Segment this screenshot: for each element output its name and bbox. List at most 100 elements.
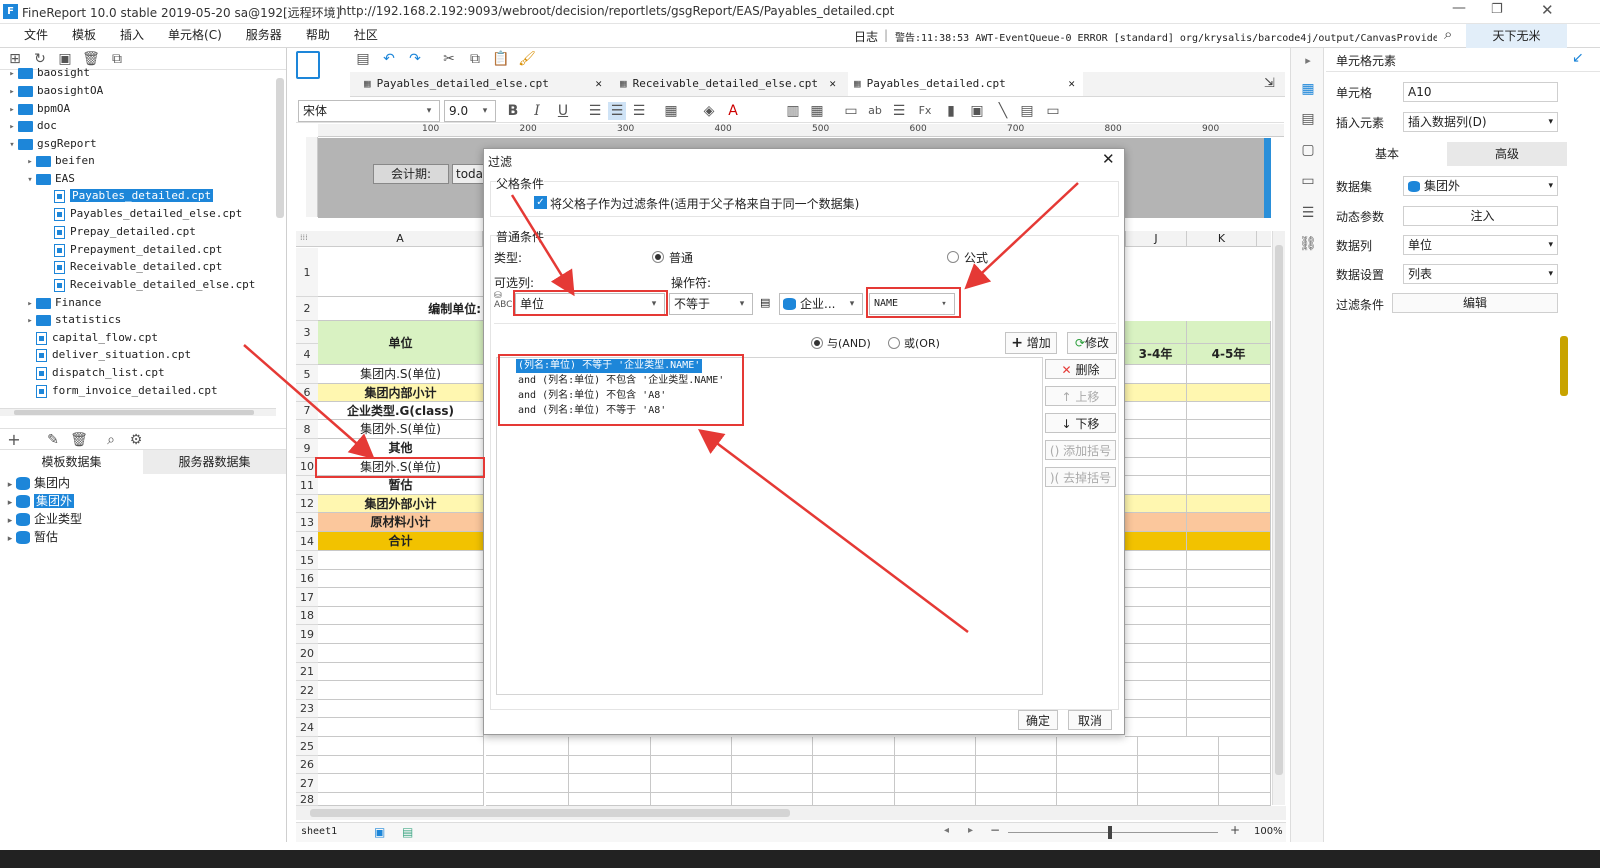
empty-cell[interactable] <box>318 644 484 663</box>
empty-cell[interactable] <box>318 774 484 793</box>
cell-j[interactable] <box>1125 420 1187 439</box>
empty-cell[interactable] <box>1125 570 1187 588</box>
row-header[interactable]: 27 <box>296 774 318 793</box>
type-normal-radio[interactable] <box>652 251 664 263</box>
cell-j[interactable] <box>1125 384 1187 402</box>
empty-cell[interactable] <box>976 793 1057 806</box>
slash-icon[interactable]: ╲ <box>994 102 1012 120</box>
copy-icon[interactable]: ⧉ <box>108 50 126 68</box>
empty-cell[interactable] <box>318 588 484 607</box>
empty-cell[interactable] <box>732 774 813 793</box>
row-header[interactable]: 17 <box>296 588 318 607</box>
row-header[interactable]: 8 <box>296 420 318 439</box>
empty-cell[interactable] <box>486 774 569 793</box>
expand-icon[interactable]: ▾ <box>6 137 18 154</box>
tree-file[interactable]: dispatch_list.cpt <box>24 364 165 381</box>
row-header[interactable]: 15 <box>296 551 318 570</box>
cell-a1[interactable] <box>318 248 484 297</box>
cell-a2[interactable]: 编制单位: <box>318 297 484 321</box>
tree-folder[interactable]: ▸ bpmOA <box>6 100 70 117</box>
cell-a3-unit[interactable]: 单位 <box>318 321 484 365</box>
type-formula-radio[interactable] <box>947 251 959 263</box>
tree-file[interactable]: capital_flow.cpt <box>24 329 158 346</box>
richtext-icon[interactable]: ☰ <box>890 102 908 120</box>
data-setting-select[interactable]: 列表 ▾ <box>1403 264 1558 284</box>
empty-cell[interactable] <box>895 737 976 756</box>
empty-cell[interactable] <box>1219 737 1271 756</box>
empty-cell[interactable] <box>1219 774 1271 793</box>
cell-a6[interactable]: 集团内部小计 <box>318 384 484 402</box>
insert-select[interactable]: 插入数据列(D) ▾ <box>1403 112 1558 132</box>
row-header[interactable]: 20 <box>296 644 318 663</box>
more-icon[interactable]: ▭ <box>1044 102 1062 120</box>
empty-cell[interactable] <box>1187 588 1271 607</box>
operator-select[interactable]: 不等于 ▾ <box>669 293 753 315</box>
row-header[interactable]: 6 <box>296 384 318 402</box>
cell-a5[interactable]: 集团内.S(单位) <box>318 365 484 384</box>
float-element-icon[interactable]: ▢ <box>1299 141 1317 159</box>
empty-cell[interactable] <box>1187 551 1271 570</box>
image-icon[interactable]: ▣ <box>968 102 986 120</box>
cell-j[interactable] <box>1125 402 1187 420</box>
row-header[interactable]: 18 <box>296 607 318 625</box>
empty-cell[interactable] <box>1187 644 1271 663</box>
close-window-icon[interactable]: ✕ <box>1541 1 1554 19</box>
and-radio[interactable] <box>811 337 823 349</box>
empty-cell[interactable] <box>1057 737 1138 756</box>
inject-button[interactable]: 注入 <box>1403 206 1558 226</box>
italic-icon[interactable]: I <box>528 102 546 120</box>
empty-cell[interactable] <box>1187 681 1271 700</box>
empty-cell[interactable] <box>1125 663 1187 681</box>
cell-a10[interactable]: 集团外.S(单位) <box>318 458 484 476</box>
cell-field[interactable]: A10 <box>1403 82 1558 102</box>
menu-item[interactable]: 单元格(C) <box>156 24 234 46</box>
empty-cell[interactable] <box>1057 756 1138 774</box>
empty-cell[interactable] <box>813 774 895 793</box>
font-size-select[interactable]: 9.0 ▾ <box>444 100 496 122</box>
paste-icon[interactable]: 📋 <box>492 50 510 68</box>
move-up-button[interactable]: ↑ 上移 <box>1045 386 1116 406</box>
row-header[interactable]: 7 <box>296 402 318 420</box>
edit-icon[interactable]: ✎ <box>44 431 62 449</box>
save-icon[interactable]: ▤ <box>354 50 372 68</box>
underline-icon[interactable]: U <box>554 102 572 120</box>
field-select[interactable]: NAME ▾ <box>869 293 955 315</box>
minimize-icon[interactable]: — <box>1452 0 1466 16</box>
empty-cell[interactable] <box>569 793 651 806</box>
condition-item[interactable]: and (列名:单位) 不等于 'A8' <box>516 404 668 418</box>
preview-icon[interactable]: ⌕ <box>102 431 120 449</box>
wrap-icon[interactable]: ▭ <box>842 102 860 120</box>
tab-close-icon[interactable]: ✕ <box>1068 72 1075 96</box>
add-polysheet-icon[interactable]: ▤ <box>402 825 413 839</box>
cell-j[interactable] <box>1125 458 1187 476</box>
empty-cell[interactable] <box>1187 700 1271 718</box>
condition-icon[interactable]: ☰ <box>1299 204 1317 222</box>
condition-item[interactable]: and (列名:单位) 不包含 '企业类型.NAME' <box>516 374 726 388</box>
col-k[interactable]: K <box>1187 231 1257 247</box>
empty-cell[interactable] <box>318 551 484 570</box>
menu-item[interactable]: 插入 <box>108 24 156 46</box>
expand-icon[interactable]: ▸ <box>4 495 16 512</box>
expand-icon[interactable]: ▸ <box>4 531 16 548</box>
row-header[interactable]: 26 <box>296 756 318 774</box>
empty-cell[interactable] <box>1125 607 1187 625</box>
empty-cell[interactable] <box>1125 625 1187 644</box>
cell-a7[interactable]: 企业类型.G(class) <box>318 402 484 420</box>
cancel-button[interactable]: 取消 <box>1068 710 1112 730</box>
unmerge-icon[interactable]: ▦ <box>808 102 826 120</box>
empty-cell[interactable] <box>976 756 1057 774</box>
row-header[interactable]: 11 <box>296 476 318 495</box>
row-header[interactable]: 2 <box>296 297 318 321</box>
row-header[interactable]: 19 <box>296 625 318 644</box>
row-header[interactable]: 21 <box>296 663 318 681</box>
font-family-select[interactable]: 宋体 ▾ <box>298 100 440 122</box>
search-icon[interactable]: ⌕ <box>1444 25 1452 43</box>
empty-cell[interactable] <box>1125 644 1187 663</box>
text-icon[interactable]: ab <box>866 102 884 120</box>
empty-cell[interactable] <box>813 737 895 756</box>
tree-folder[interactable]: ▸ baosight <box>6 64 90 81</box>
empty-cell[interactable] <box>569 737 651 756</box>
tree-scrollbar[interactable] <box>276 78 284 218</box>
cell-k[interactable] <box>1187 420 1271 439</box>
empty-cell[interactable] <box>1138 737 1219 756</box>
